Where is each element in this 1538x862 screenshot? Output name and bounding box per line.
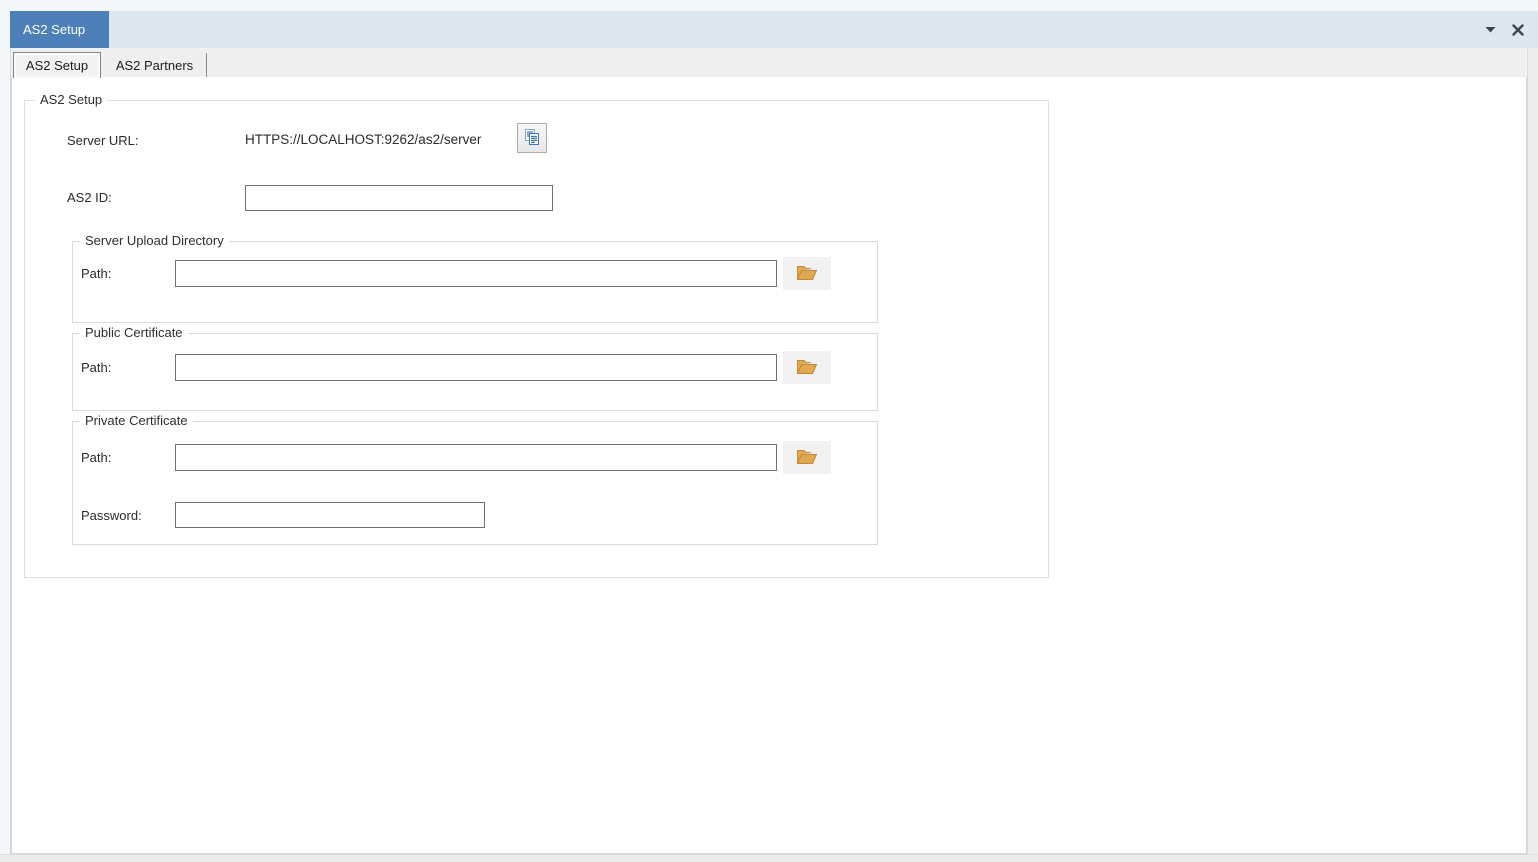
private-certificate-title: Private Certificate (80, 413, 193, 428)
password-label: Password: (81, 508, 142, 523)
window-frame-right (1527, 48, 1538, 862)
password-input[interactable] (175, 502, 485, 528)
folder-open-icon (795, 262, 819, 285)
as2-setup-window: { "titlebar": { "doc_tab_label": "AS2 Se… (0, 0, 1538, 862)
private-cert-path-input[interactable] (175, 444, 777, 471)
upload-browse-button[interactable] (783, 257, 831, 290)
tab-as2-setup[interactable]: AS2 Setup (13, 52, 101, 78)
chevron-down-icon[interactable] (1482, 22, 1498, 38)
copy-url-button[interactable] (517, 123, 547, 153)
server-upload-directory-groupbox: Server Upload Directory Path: (72, 233, 878, 323)
public-cert-browse-button[interactable] (783, 351, 831, 384)
folder-open-icon (795, 446, 819, 469)
as2-setup-groupbox: AS2 Setup Server URL: HTTPS://LOCALHOST:… (24, 92, 1049, 578)
upload-path-input[interactable] (175, 260, 777, 287)
copy-icon (522, 127, 542, 150)
public-cert-path-input[interactable] (175, 354, 777, 381)
server-url-label: Server URL: (67, 133, 139, 148)
tab-page-as2-setup: AS2 Setup Server URL: HTTPS://LOCALHOST:… (11, 77, 1527, 854)
tab-as2-setup-label: AS2 Setup (25, 58, 89, 73)
document-tab-as2-setup[interactable]: AS2 Setup (10, 11, 109, 48)
document-tab-label: AS2 Setup (23, 22, 86, 37)
as2-id-label: AS2 ID: (67, 190, 112, 205)
tab-as2-partners[interactable]: AS2 Partners (103, 53, 207, 77)
private-cert-path-label: Path: (81, 450, 112, 465)
server-url-value: HTTPS://LOCALHOST:9262/as2/server (245, 132, 482, 147)
close-icon[interactable] (1510, 22, 1526, 38)
tab-strip: AS2 Setup AS2 Partners (12, 48, 1526, 78)
upload-path-label: Path: (81, 266, 112, 281)
public-cert-path-label: Path: (81, 360, 112, 375)
window-frame-left (0, 48, 11, 862)
document-tab-bar: AS2 Setup (10, 11, 1538, 48)
public-certificate-groupbox: Public Certificate Path: (72, 325, 878, 411)
window-controls (1482, 11, 1526, 48)
as2-setup-groupbox-title: AS2 Setup (35, 92, 108, 107)
folder-open-icon (795, 356, 819, 379)
server-upload-directory-title: Server Upload Directory (80, 233, 229, 248)
private-cert-browse-button[interactable] (783, 441, 831, 474)
public-certificate-title: Public Certificate (80, 325, 188, 340)
window-frame-bottom (0, 854, 1538, 862)
tab-as2-partners-label: AS2 Partners (115, 57, 194, 73)
private-certificate-groupbox: Private Certificate Path: Password: (72, 413, 878, 545)
as2-id-input[interactable] (245, 185, 553, 211)
